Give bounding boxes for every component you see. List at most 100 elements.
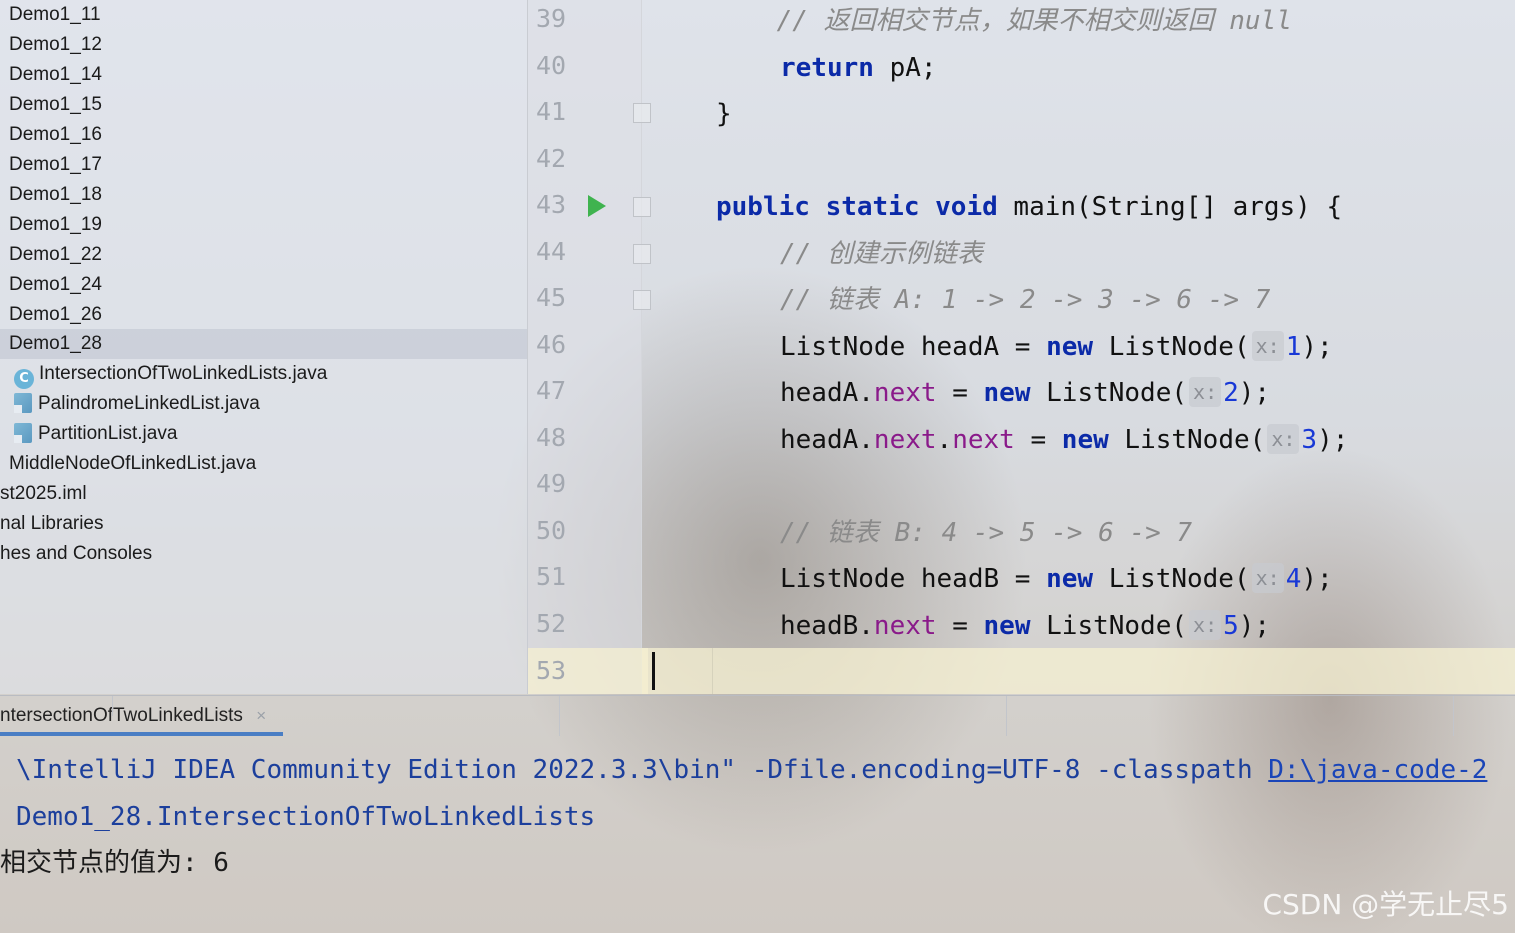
code-line-43: public static void main(String[] args) {	[642, 184, 1515, 230]
code-comment: // 返回相交节点，如果不相交则返回 null	[776, 6, 1292, 36]
close-icon[interactable]: ×	[256, 706, 266, 725]
tree-item-demo1-24[interactable]: Demo1_24	[0, 270, 527, 300]
tree-item-label: IntersectionOfTwoLinkedLists.java	[39, 363, 328, 384]
console-output-text: 相交节点的值为: 6	[0, 848, 229, 878]
code-line-41: }	[642, 91, 1515, 137]
tree-item-middle-node-file[interactable]: MiddleNodeOfLinkedList.java	[0, 449, 527, 479]
run-main-icon[interactable]	[588, 195, 606, 217]
tree-item-scratches[interactable]: hes and Consoles	[0, 539, 527, 569]
code-line-46: ListNode headA = new ListNode(x: 1);	[642, 324, 1515, 370]
tree-item-demo1-11[interactable]: Demo1_11	[0, 0, 527, 30]
tree-item-demo1-26[interactable]: Demo1_26	[0, 300, 527, 330]
tree-item-demo1-18[interactable]: Demo1_18	[0, 180, 527, 210]
console-text: Demo1_28.IntersectionOfTwoLinkedLists	[16, 802, 596, 832]
tree-item-demo1-28[interactable]: Demo1_28	[0, 329, 527, 359]
line-number: 46	[536, 330, 567, 359]
code-text: ListNode(	[1093, 564, 1250, 594]
code-text: );	[1301, 332, 1333, 362]
tree-item-iml-file[interactable]: st2025.iml	[0, 479, 527, 509]
code-comment: // 创建示例链表	[780, 239, 983, 269]
tree-item-label: Demo1_15	[9, 94, 102, 115]
code-line-50: // 链表 B: 4 -> 5 -> 6 -> 7	[642, 510, 1515, 556]
tree-item-demo1-16[interactable]: Demo1_16	[0, 120, 527, 150]
run-tab-bar: ntersectionOfTwoLinkedLists ×	[0, 695, 1515, 736]
line-number-current: 53	[528, 648, 648, 694]
code-text: ListNode(	[1030, 378, 1188, 408]
tree-item-label: Demo1_12	[9, 34, 102, 55]
code-line-44: // 创建示例链表	[642, 231, 1515, 277]
line-number: 48	[536, 423, 567, 452]
code-text: main(String[] args) {	[997, 192, 1343, 222]
tree-item-demo1-15[interactable]: Demo1_15	[0, 90, 527, 120]
tree-item-label: MiddleNodeOfLinkedList.java	[9, 453, 257, 474]
code-number: 4	[1285, 564, 1302, 594]
console-line-output: 相交节点的值为: 6	[0, 840, 1515, 886]
code-text: }	[716, 99, 732, 129]
console-line-command: \IntelliJ IDEA Community Edition 2022.3.…	[0, 747, 1515, 793]
classpath-link[interactable]: D:\java-code-2	[1268, 755, 1487, 785]
tree-item-demo1-19[interactable]: Demo1_19	[0, 210, 527, 240]
tree-item-demo1-17[interactable]: Demo1_17	[0, 150, 527, 180]
code-number: 3	[1301, 425, 1318, 455]
tree-item-label: PalindromeLinkedList.java	[38, 393, 260, 414]
line-number: 50	[536, 516, 567, 545]
code-line-39: // 返回相交节点，如果不相交则返回 null	[642, 0, 1515, 44]
tab-divider	[1453, 696, 1454, 736]
tree-item-palindrome-file[interactable]: PalindromeLinkedList.java	[0, 389, 527, 419]
code-keyword: public static void	[716, 192, 998, 222]
tree-item-label: Demo1_22	[9, 244, 102, 265]
tree-item-demo1-12[interactable]: Demo1_12	[0, 30, 527, 60]
code-text: );	[1238, 611, 1271, 641]
tree-item-label: Demo1_28	[9, 333, 102, 354]
code-text: headA.	[780, 425, 874, 455]
tree-item-label: Demo1_19	[9, 214, 102, 235]
code-line-40: return pA;	[642, 45, 1515, 91]
code-text: =	[1014, 425, 1062, 455]
console-text: \IntelliJ IDEA Community Edition 2022.3.…	[16, 755, 1269, 785]
tree-item-label: Demo1_18	[9, 184, 102, 205]
code-number: 1	[1285, 332, 1302, 362]
java-class-icon: C	[14, 369, 34, 389]
code-text: ListNode headA =	[780, 332, 1047, 362]
code-text: headB.	[780, 611, 874, 641]
line-number: 51	[536, 562, 567, 591]
tree-item-external-libraries[interactable]: nal Libraries	[0, 509, 527, 539]
code-text: ListNode(	[1030, 611, 1188, 641]
tree-item-demo1-22[interactable]: Demo1_22	[0, 240, 527, 270]
code-line-53-current[interactable]	[642, 648, 1515, 694]
java-file-icon	[14, 423, 32, 443]
tree-item-label: st2025.iml	[0, 483, 87, 504]
tree-item-label: Demo1_11	[9, 4, 101, 25]
code-text: =	[936, 378, 984, 408]
param-hint: x:	[1251, 331, 1284, 361]
tree-item-label: PartitionList.java	[38, 423, 178, 444]
code-line-48: headA.next.next = new ListNode(x: 3);	[642, 417, 1515, 463]
code-editor[interactable]: // 返回相交节点，如果不相交则返回 null return pA; } pub…	[642, 0, 1515, 694]
tree-item-intersection-file[interactable]: C IntersectionOfTwoLinkedLists.java	[0, 359, 527, 389]
console-line-main-class: Demo1_28.IntersectionOfTwoLinkedLists	[0, 794, 1515, 840]
watermark: CSDN @学无止尽5	[1262, 888, 1509, 921]
code-keyword: new	[1061, 425, 1109, 455]
code-field: next	[873, 378, 937, 408]
code-comment: // 链表 B: 4 -> 5 -> 6 -> 7	[780, 518, 1193, 548]
code-field: next	[873, 425, 937, 455]
code-field: next	[952, 425, 1015, 455]
tree-item-label: Demo1_24	[9, 274, 102, 295]
active-tab-indicator	[0, 732, 283, 736]
code-line-45: // 链表 A: 1 -> 2 -> 3 -> 6 -> 7	[642, 277, 1515, 323]
code-field: next	[873, 611, 937, 641]
run-tab-label: ntersectionOfTwoLinkedLists	[0, 705, 243, 726]
code-number: 5	[1223, 611, 1239, 641]
tree-item-partition-file[interactable]: PartitionList.java	[0, 419, 527, 449]
run-tab[interactable]: ntersectionOfTwoLinkedLists ×	[0, 696, 283, 736]
code-text: =	[936, 611, 984, 641]
editor-gutter: 39 40 41 42 43 44 45 46 47 48 49 50 51 5…	[528, 0, 648, 694]
code-text: headA.	[780, 378, 874, 408]
param-hint: x:	[1251, 563, 1284, 593]
text-caret	[652, 652, 655, 690]
line-number: 45	[536, 283, 567, 312]
tree-item-demo1-14[interactable]: Demo1_14	[0, 60, 527, 90]
line-number: 44	[536, 237, 567, 266]
tab-divider	[112, 696, 113, 716]
tree-item-label: hes and Consoles	[0, 543, 153, 564]
